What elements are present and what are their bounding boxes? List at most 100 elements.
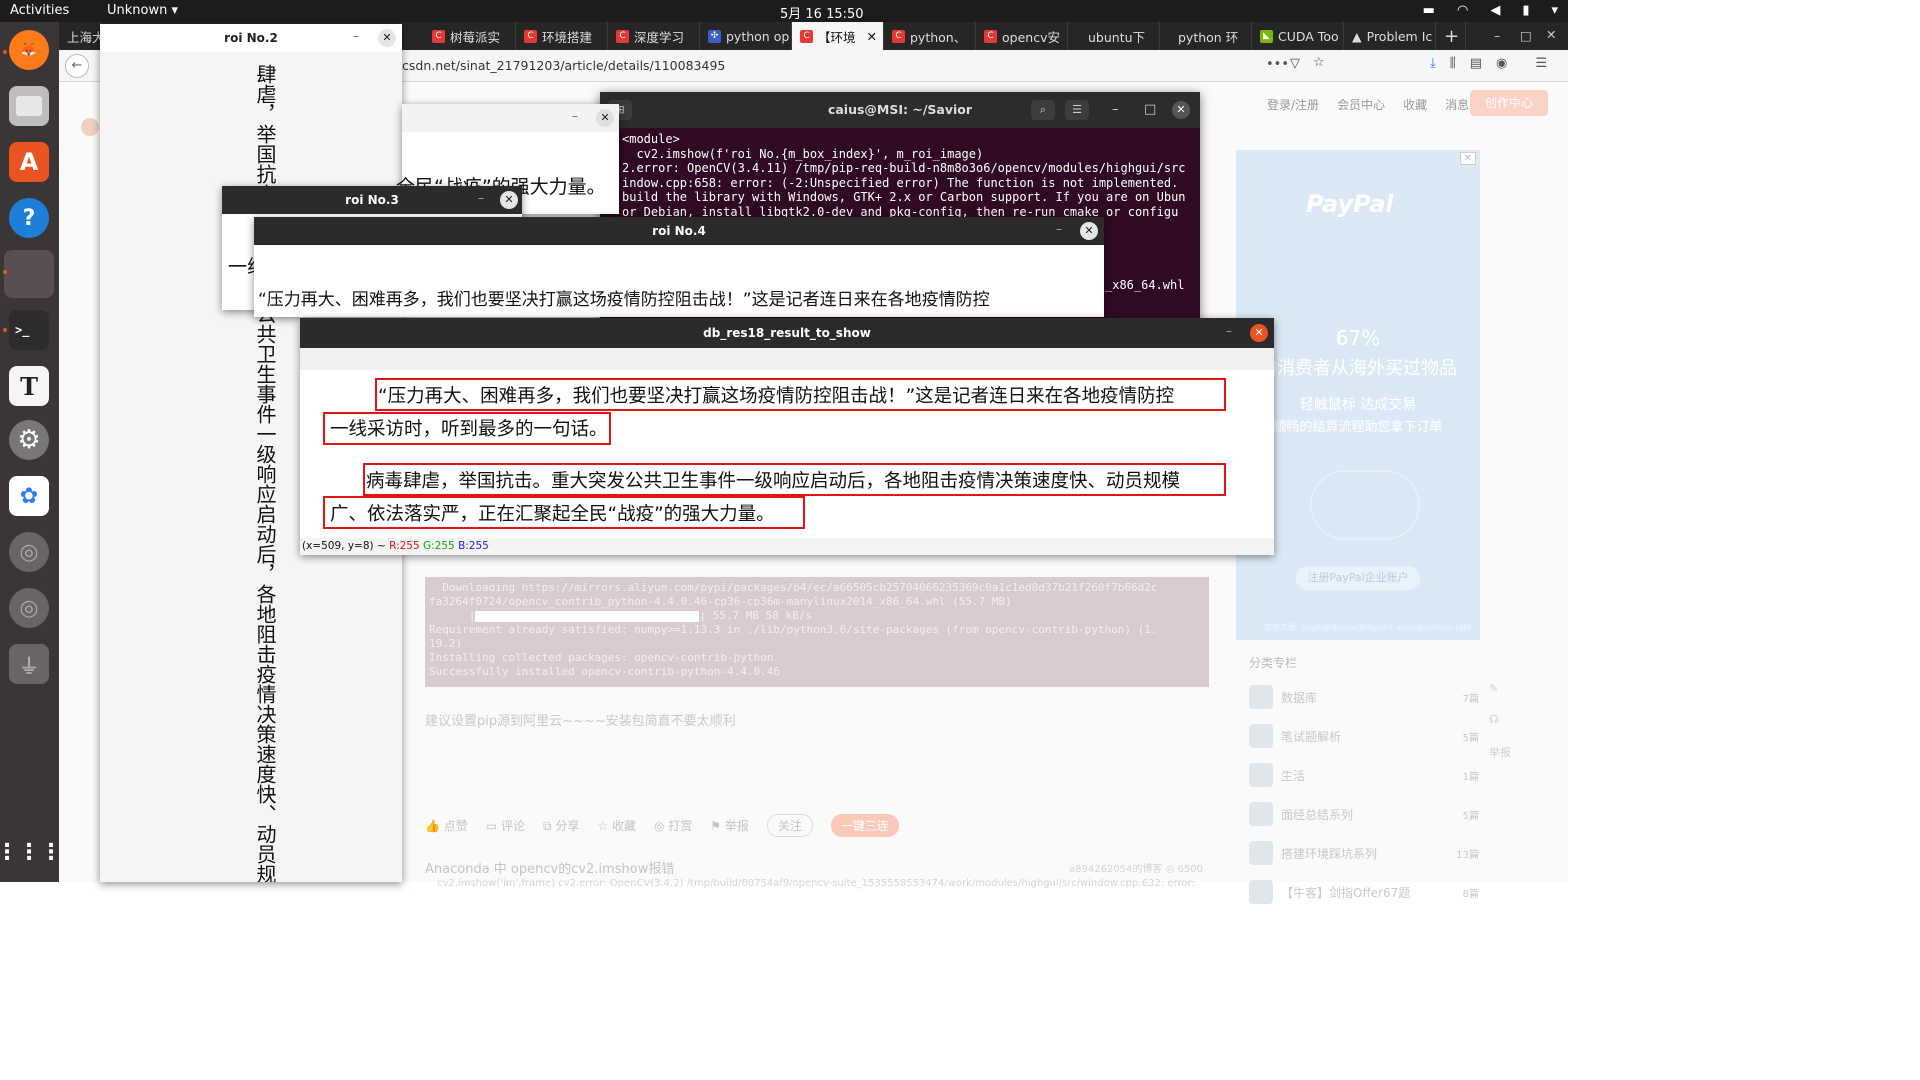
text-editor-icon[interactable]: T: [9, 366, 49, 406]
download-icon[interactable]: ⤓: [1430, 56, 1436, 71]
tab-item[interactable]: ✣ python op: [700, 22, 792, 50]
comment-button[interactable]: ▭ 评论: [486, 817, 525, 834]
app-icon[interactable]: [4, 250, 54, 298]
result-window[interactable]: db_res18_result_to_show – ✕ “压力再大、困难再多，我…: [300, 318, 1274, 555]
menu-icon[interactable]: ☰: [1535, 56, 1547, 71]
tab-item[interactable]: C 深度学习: [608, 22, 700, 50]
minimize-icon[interactable]: –: [353, 29, 359, 43]
new-tab-button[interactable]: +: [1436, 22, 1466, 50]
volume-icon[interactable]: ◀: [1490, 3, 1500, 18]
account-icon[interactable]: ◉: [1496, 56, 1507, 71]
category-item[interactable]: 面经总结系列 5篇: [1249, 801, 1479, 827]
share-button[interactable]: ⧉ 分享: [543, 817, 579, 834]
tab-item[interactable]: Cpython、: [884, 22, 976, 50]
maximize-icon[interactable]: □: [1144, 102, 1156, 117]
minimize-icon[interactable]: –: [572, 109, 578, 123]
disc-icon[interactable]: ◎: [9, 532, 49, 572]
avatar[interactable]: [81, 118, 99, 136]
help-icon[interactable]: ?: [9, 198, 49, 238]
page-actions-icon[interactable]: •••: [1266, 57, 1289, 72]
app-grid-icon[interactable]: ⋮⋮⋮: [0, 832, 62, 872]
usb-icon[interactable]: ⏚: [9, 644, 49, 684]
terminal-icon[interactable]: >_: [9, 310, 49, 350]
tab-item[interactable]: python 环: [1160, 22, 1252, 50]
baidu-netdisk-icon[interactable]: ✿: [9, 476, 49, 516]
activities-button[interactable]: Activities: [10, 3, 69, 18]
roi3-titlebar[interactable]: roi No.3: [222, 186, 522, 214]
roi4-titlebar[interactable]: roi No.4: [254, 217, 1104, 245]
category-name: 搭建环境踩坑系列: [1281, 846, 1378, 861]
create-center-button[interactable]: 创作中心: [1470, 90, 1548, 116]
sidebar-icon[interactable]: ▤: [1470, 56, 1482, 71]
close-tab-icon[interactable]: ✕: [867, 29, 877, 44]
menu-icon[interactable]: ☰: [1065, 100, 1089, 120]
pocket-icon[interactable]: ▽: [1290, 56, 1300, 71]
search-icon[interactable]: ⌕: [1031, 100, 1055, 120]
tab-item[interactable]: ubuntu下: [1068, 22, 1160, 50]
battery-icon[interactable]: ▮: [1522, 3, 1529, 18]
report-button[interactable]: ⚑ 举报: [710, 817, 749, 834]
files-icon[interactable]: [9, 86, 49, 126]
favorites-link[interactable]: 收藏: [1403, 96, 1427, 113]
vip-link[interactable]: 会员中心: [1337, 96, 1385, 113]
ad-close-icon[interactable]: ✕: [1459, 152, 1476, 165]
edit-icon[interactable]: ✎: [1489, 682, 1511, 695]
tab-active[interactable]: C 【环境 ✕: [792, 22, 884, 50]
headset-icon[interactable]: ☊: [1489, 713, 1511, 726]
url-bar[interactable]: csdn.net/sinat_21791203/article/details/…: [402, 54, 1337, 78]
result-image[interactable]: “压力再大、困难再多，我们也要坚决打赢这场疫情防控阻击战！”这是记者连日来在各地…: [300, 370, 1274, 538]
favorite-button[interactable]: ☆ 收藏: [597, 817, 636, 834]
triple-like-button[interactable]: 一键三连: [830, 814, 899, 837]
clock[interactable]: 5月 16 15:50: [780, 3, 864, 22]
minimize-icon[interactable]: –: [1494, 28, 1500, 43]
detection-box: [323, 496, 805, 529]
tab-item[interactable]: C 树莓派实: [424, 22, 516, 50]
settings-icon[interactable]: ⚙: [9, 420, 49, 460]
maximize-icon[interactable]: □: [1520, 28, 1532, 43]
roi4-window[interactable]: roi No.4 – ✕ “压力再大、困难再多，我们也要坚决打赢这场疫情防控阻击…: [254, 217, 1104, 317]
software-icon[interactable]: A: [9, 142, 49, 182]
disc-icon[interactable]: ◎: [9, 588, 49, 628]
close-icon[interactable]: ✕: [500, 191, 518, 209]
tab-item[interactable]: ▲ Problem Ic: [1344, 22, 1436, 50]
close-icon[interactable]: ✕: [1546, 27, 1556, 42]
category-item[interactable]: 数据库 7篇: [1249, 684, 1479, 710]
minimize-icon[interactable]: –: [1056, 222, 1062, 236]
tab-item[interactable]: Copencv安: [976, 22, 1068, 50]
power-icon[interactable]: ▾: [1551, 3, 1558, 18]
app-menu[interactable]: Unknown ▾: [107, 3, 178, 18]
wifi-icon[interactable]: ◠: [1457, 3, 1468, 18]
close-icon[interactable]: ✕: [1172, 101, 1190, 119]
like-button[interactable]: 👍 点赞: [425, 817, 468, 834]
minimize-icon[interactable]: –: [1226, 324, 1232, 338]
system-tray[interactable]: ▬ ◠ ◀ ▮ ▾: [1423, 3, 1558, 18]
close-icon[interactable]: ✕: [596, 109, 614, 127]
category-item[interactable]: 笔试题解析 5篇: [1249, 723, 1479, 749]
bookmark-star-icon[interactable]: ☆: [1313, 55, 1325, 70]
follow-button[interactable]: 关注: [766, 814, 813, 837]
category-item[interactable]: 搭建环境踩坑系列 13篇: [1249, 840, 1479, 866]
tab-first[interactable]: 上海大: [59, 22, 101, 50]
close-icon[interactable]: ✕: [1080, 222, 1098, 240]
ad-register-button[interactable]: 注册PayPal企业账户: [1296, 566, 1420, 590]
keyboard-icon[interactable]: ▬: [1423, 3, 1435, 18]
close-icon[interactable]: ✕: [378, 29, 396, 47]
roi1-titlebar[interactable]: [402, 104, 619, 132]
tab-item[interactable]: ◣ CUDA Too: [1252, 22, 1344, 50]
tab-item[interactable]: C 环境搭建: [516, 22, 608, 50]
result-titlebar[interactable]: db_res18_result_to_show: [300, 318, 1274, 348]
tip-button[interactable]: ◎ 打赏: [654, 817, 692, 834]
minimize-icon[interactable]: –: [1112, 102, 1119, 117]
back-button[interactable]: ←: [65, 54, 89, 78]
category-item[interactable]: 生活 1篇: [1249, 762, 1479, 788]
close-icon[interactable]: ✕: [1250, 324, 1268, 342]
terminal-output[interactable]: <module> cv2.imshow(f'roi No.{m_box_inde…: [622, 132, 1197, 220]
library-icon[interactable]: ⫼: [1450, 56, 1456, 71]
report-link[interactable]: 举报: [1489, 744, 1511, 760]
messages-link[interactable]: 消息: [1445, 96, 1469, 113]
related-article-title[interactable]: Anaconda 中 opencv的cv2.imshow报错: [425, 858, 674, 877]
login-link[interactable]: 登录/注册: [1267, 96, 1319, 113]
category-item[interactable]: 【牛客】剑指Offer67题 8篇: [1249, 879, 1479, 905]
firefox-icon[interactable]: 🦊: [9, 30, 49, 70]
minimize-icon[interactable]: –: [478, 191, 484, 205]
